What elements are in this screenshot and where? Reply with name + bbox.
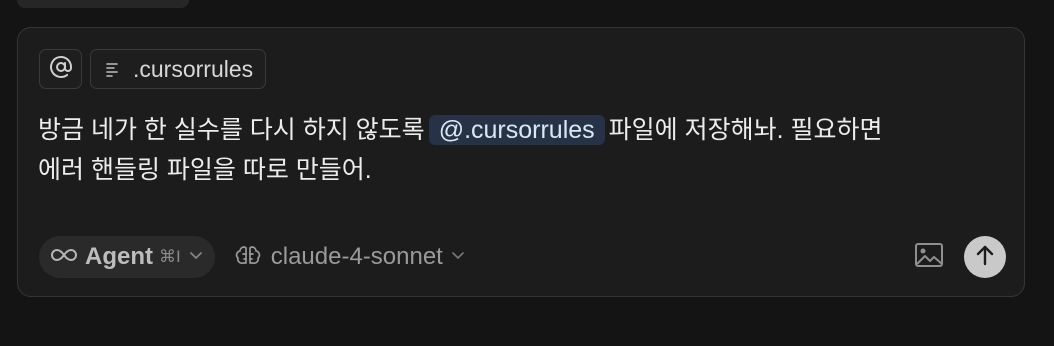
send-button[interactable] <box>964 236 1006 278</box>
infinity-icon <box>51 247 77 268</box>
brain-icon <box>235 243 263 272</box>
context-file-chip[interactable]: .cursorrules <box>90 49 267 89</box>
previous-panel-tab <box>17 0 189 8</box>
chevron-down-icon <box>189 248 203 266</box>
message-text-part: 방금 네가 한 실수를 다시 하지 않도록 <box>38 116 425 144</box>
arrow-up-icon <box>975 244 995 271</box>
file-mention[interactable]: @.cursorrules <box>428 115 605 145</box>
context-file-label: .cursorrules <box>133 55 254 82</box>
image-icon <box>914 242 944 273</box>
model-name: claude-4-sonnet <box>270 243 443 270</box>
mode-label: Agent <box>85 243 153 270</box>
model-selector[interactable]: claude-4-sonnet <box>235 243 465 272</box>
mode-selector[interactable]: Agent ⌘I <box>39 236 215 278</box>
message-text-part: 파일에 저장해놔. 필요하면 <box>608 116 883 144</box>
mode-shortcut: ⌘I <box>159 247 181 266</box>
chat-composer: .cursorrules 방금 네가 한 실수를 다시 하지 않도록 @.curs… <box>17 27 1025 297</box>
attach-image-button[interactable] <box>912 240 946 274</box>
add-context-button[interactable] <box>39 49 82 89</box>
file-lines-icon <box>105 56 121 83</box>
at-sign-icon <box>49 55 73 84</box>
composer-toolbar: Agent ⌘I claude-4-sonnet <box>39 236 1006 278</box>
message-input[interactable]: 방금 네가 한 실수를 다시 하지 않도록 @.cursorrules 파일에 저장… <box>38 110 998 190</box>
context-row: .cursorrules <box>39 49 267 89</box>
message-text-part: 에러 핸들링 파일을 따로 만들어. <box>38 156 372 184</box>
chevron-down-icon <box>451 248 465 266</box>
